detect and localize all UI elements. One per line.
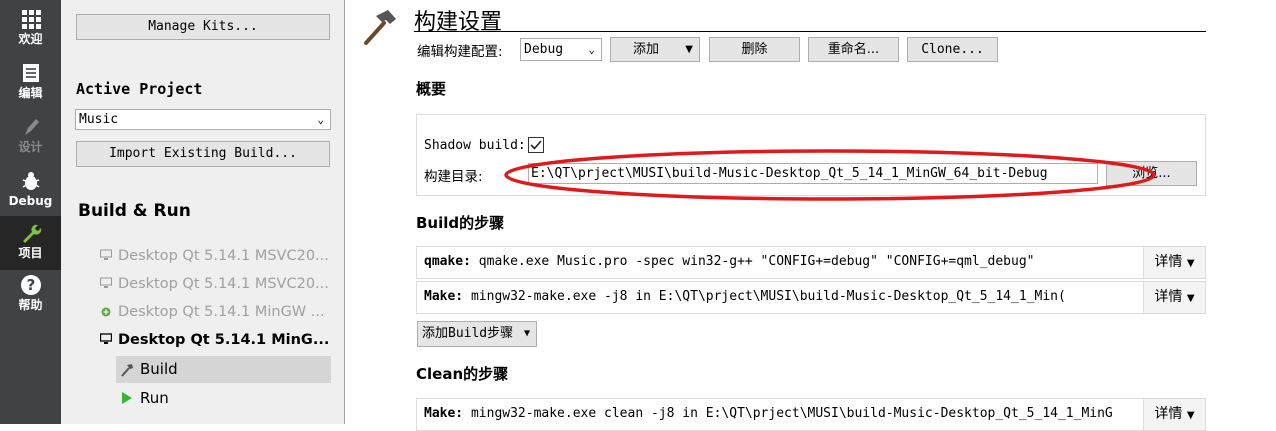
details-button[interactable]: 详情 ▼ xyxy=(1143,247,1205,278)
grid-icon xyxy=(21,10,41,29)
add-kit-icon xyxy=(101,307,111,317)
mode-design[interactable]: 设计 xyxy=(0,110,61,162)
add-build-step-button[interactable]: 添加Build步骤 ▼ xyxy=(417,321,537,347)
config-combo[interactable]: Debug ⌄ xyxy=(520,38,602,61)
build-item[interactable]: Build xyxy=(116,356,331,383)
build-item-label: Build xyxy=(140,360,178,378)
config-combo-value: Debug xyxy=(524,42,564,57)
step-summary: Make: mingw32-make.exe clean -j8 in E:\Q… xyxy=(424,406,1113,421)
mode-label: 项目 xyxy=(18,246,43,260)
run-item[interactable]: Run xyxy=(116,385,331,412)
active-project-heading: Active Project xyxy=(76,80,203,98)
config-label: 编辑构建配置: xyxy=(417,44,503,60)
monitor-icon xyxy=(100,277,112,288)
step-summary: qmake: qmake.exe Music.pro -spec win32-g… xyxy=(424,254,1035,269)
import-build-button[interactable]: Import Existing Build... xyxy=(76,141,330,167)
chevron-down-icon: ⌄ xyxy=(588,43,595,56)
mode-label: 设计 xyxy=(18,140,43,154)
details-label: 详情 xyxy=(1154,254,1183,270)
mode-bar: 欢迎 编辑 设计 Debug 项目 ? 帮助 xyxy=(0,0,61,424)
mode-debug[interactable]: Debug xyxy=(0,164,61,216)
details-button[interactable]: 详情 ▼ xyxy=(1143,282,1205,313)
title-underline xyxy=(414,31,1206,32)
mode-edit[interactable]: 编辑 xyxy=(0,56,61,108)
step-command: mingw32-make.exe clean -j8 in E:\QT\prje… xyxy=(470,406,1113,421)
dropdown-arrow-icon: ▼ xyxy=(685,44,693,55)
details-label: 详情 xyxy=(1154,406,1183,422)
mode-label: 编辑 xyxy=(18,86,43,100)
mode-help[interactable]: ? 帮助 xyxy=(0,268,61,320)
pen-icon xyxy=(24,119,39,135)
add-config-label: 添加 xyxy=(633,42,660,57)
build-dir-label: 构建目录: xyxy=(424,169,483,185)
target-label: Desktop Qt 5.14.1 MinG... xyxy=(118,332,330,348)
clone-config-button[interactable]: Clone... xyxy=(907,37,998,62)
edit-icon xyxy=(22,64,39,82)
target-label: Desktop Qt 5.14.1 MSVC20... xyxy=(118,276,329,292)
project-combo[interactable]: Music ⌄ xyxy=(75,109,331,130)
add-build-step-label: 添加Build步骤 xyxy=(422,326,514,341)
chevron-down-icon: ⌄ xyxy=(317,113,324,126)
mode-label: 帮助 xyxy=(18,298,43,312)
step-summary: Make: mingw32-make.exe -j8 in E:\QT\prje… xyxy=(424,289,1066,304)
mode-label: Debug xyxy=(8,194,53,208)
target-label: Desktop Qt 5.14.1 MSVC20... xyxy=(118,248,329,264)
step-command: qmake.exe Music.pro -spec win32-g++ "CON… xyxy=(478,254,1035,269)
hammer-icon xyxy=(121,364,133,377)
clean-steps-heading: Clean的步骤 xyxy=(416,365,509,383)
help-icon: ? xyxy=(20,275,41,295)
svg-text:?: ? xyxy=(26,276,35,294)
target-label: Desktop Qt 5.14.1 MinGW ... xyxy=(118,304,325,320)
project-combo-value: Music xyxy=(79,112,119,127)
bug-icon xyxy=(22,172,39,190)
mode-welcome[interactable]: 欢迎 xyxy=(0,2,61,54)
build-run-heading: Build & Run xyxy=(78,201,191,221)
overview-heading: 概要 xyxy=(416,80,447,98)
monitor-icon xyxy=(100,333,112,344)
dropdown-arrow-icon: ▼ xyxy=(523,328,530,339)
mode-projects[interactable]: 项目 xyxy=(0,216,61,270)
manage-kits-button[interactable]: Manage Kits... xyxy=(76,14,330,40)
rename-config-button[interactable]: 重命名... xyxy=(808,37,899,62)
mode-label: 欢迎 xyxy=(18,32,43,46)
pane-divider[interactable] xyxy=(344,0,345,424)
dropdown-arrow-icon: ▼ xyxy=(1186,258,1195,269)
step-name: Make: xyxy=(424,289,464,304)
build-step-qmake[interactable]: qmake: qmake.exe Music.pro -spec win32-g… xyxy=(416,246,1206,279)
delete-config-button[interactable]: 删除 xyxy=(709,37,800,62)
monitor-icon xyxy=(100,249,112,260)
wrench-icon xyxy=(22,224,41,243)
target-msvc2017[interactable]: Desktop Qt 5.14.1 MSVC20... xyxy=(100,248,329,264)
build-settings-hammer-icon xyxy=(364,10,396,45)
step-command: mingw32-make.exe -j8 in E:\QT\prject\MUS… xyxy=(470,289,1066,304)
details-label: 详情 xyxy=(1154,289,1183,305)
dropdown-arrow-icon: ▼ xyxy=(1186,410,1195,421)
target-msvc2017-64[interactable]: Desktop Qt 5.14.1 MSVC20... xyxy=(100,276,329,292)
run-icon xyxy=(122,392,132,404)
details-button[interactable]: 详情 ▼ xyxy=(1143,399,1205,430)
build-step-make[interactable]: Make: mingw32-make.exe -j8 in E:\QT\prje… xyxy=(416,281,1206,314)
target-mingw64-active[interactable]: Desktop Qt 5.14.1 MinG... xyxy=(100,332,329,348)
run-item-label: Run xyxy=(140,389,169,407)
step-name: Make: xyxy=(424,406,464,421)
dropdown-arrow-icon: ▼ xyxy=(1186,293,1195,304)
add-config-button[interactable]: 添加 ▼ xyxy=(610,37,700,62)
target-mingw32[interactable]: Desktop Qt 5.14.1 MinGW ... xyxy=(100,304,325,320)
annotation-ellipse xyxy=(504,149,1156,201)
step-name: qmake: xyxy=(424,254,471,269)
clean-step-make[interactable]: Make: mingw32-make.exe clean -j8 in E:\Q… xyxy=(416,398,1206,431)
build-steps-heading: Build的步骤 xyxy=(416,214,505,232)
